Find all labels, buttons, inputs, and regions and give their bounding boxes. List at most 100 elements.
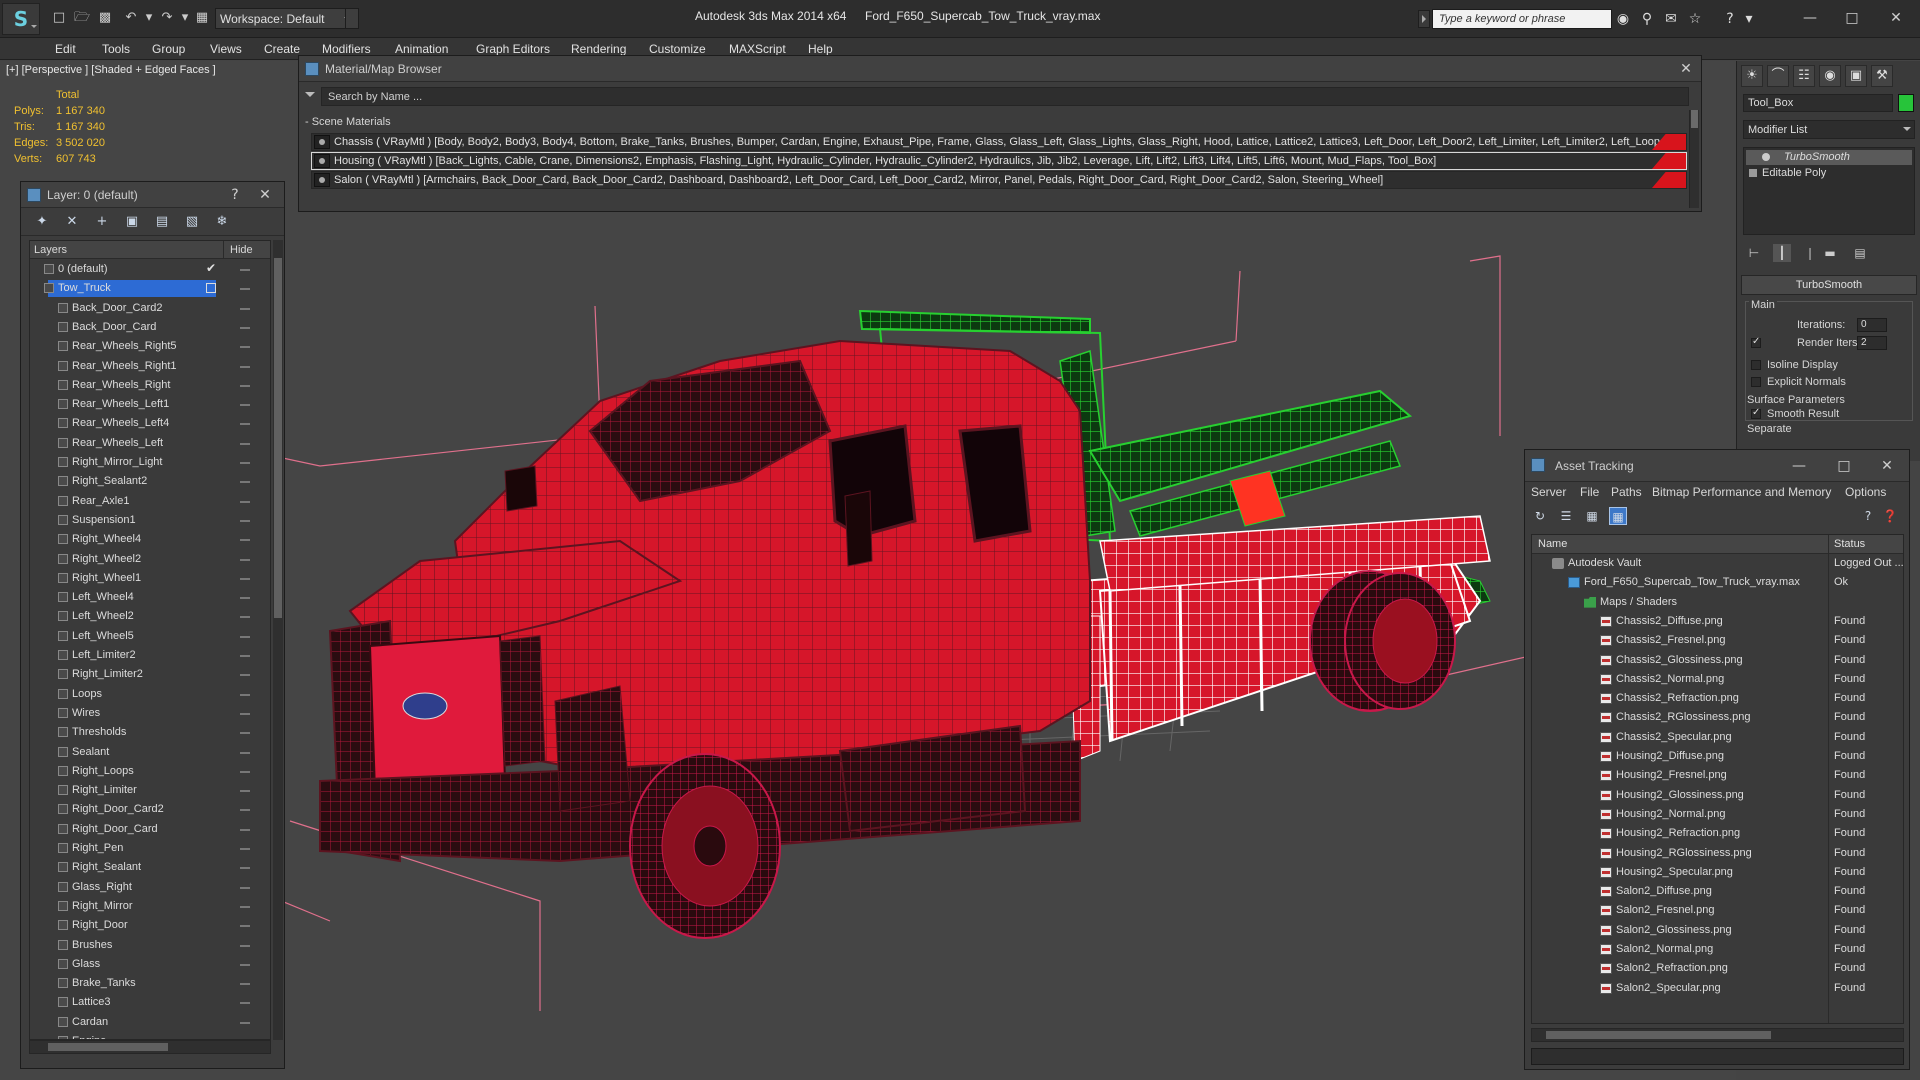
hide-toggle[interactable] bbox=[240, 635, 250, 638]
material-search-input[interactable]: Search by Name ... bbox=[321, 87, 1689, 106]
hide-toggle[interactable] bbox=[240, 712, 250, 715]
help-icon[interactable]: ? bbox=[226, 186, 244, 204]
active-layer-check-icon[interactable]: ✔ bbox=[206, 261, 216, 275]
front-wheel[interactable] bbox=[629, 753, 781, 939]
modifier-stack[interactable]: TurboSmooth Editable Poly bbox=[1743, 147, 1915, 235]
help-icon[interactable]: ? bbox=[1859, 507, 1877, 525]
hide-column-header[interactable]: Hide bbox=[230, 244, 253, 256]
smooth-result-checkbox[interactable] bbox=[1751, 407, 1761, 419]
hide-toggle[interactable] bbox=[240, 790, 250, 793]
freeze-all-layers-icon[interactable]: ❄ bbox=[213, 213, 231, 231]
delete-layer-icon[interactable]: ✕ bbox=[63, 213, 81, 231]
layer-object-row[interactable]: Glass bbox=[30, 955, 270, 974]
asset-row[interactable]: Salon2_Diffuse.png Found bbox=[1532, 882, 1903, 901]
scroll-thumb[interactable] bbox=[274, 258, 282, 618]
hide-toggle[interactable] bbox=[240, 481, 250, 484]
open-file-icon[interactable]: 🗁 bbox=[73, 10, 91, 26]
refresh-icon[interactable]: ↻ bbox=[1531, 507, 1549, 525]
hide-toggle[interactable] bbox=[240, 423, 250, 426]
workspace-dropdown[interactable]: Workspace: Default bbox=[215, 8, 359, 29]
layer-default[interactable]: 0 (default) ✔ bbox=[30, 260, 270, 279]
hide-toggle[interactable] bbox=[240, 751, 250, 754]
asset-row[interactable]: Housing2_Fresnel.png Found bbox=[1532, 766, 1903, 785]
object-name-field[interactable]: Tool_Box bbox=[1743, 94, 1893, 112]
layer-object-row[interactable]: Brake_Tanks bbox=[30, 974, 270, 993]
layer-object-row[interactable]: Right_Loops bbox=[30, 762, 270, 781]
scroll-thumb[interactable] bbox=[48, 1043, 168, 1051]
hide-toggle[interactable] bbox=[240, 346, 250, 349]
name-column-header[interactable]: Name bbox=[1538, 538, 1567, 550]
hide-toggle[interactable] bbox=[240, 577, 250, 580]
search-collapse-button[interactable] bbox=[1418, 10, 1430, 28]
motion-tab-icon[interactable]: ◉ bbox=[1819, 65, 1841, 87]
help-dropdown-icon[interactable]: ▾ bbox=[1740, 10, 1758, 28]
asset-row[interactable]: Salon2_Fresnel.png Found bbox=[1532, 901, 1903, 920]
hide-toggle[interactable] bbox=[240, 597, 250, 600]
create-layer-icon[interactable]: ✦ bbox=[33, 213, 51, 231]
utilities-tab-icon[interactable]: ⚒ bbox=[1871, 65, 1893, 87]
menu-customize[interactable]: Customize bbox=[649, 42, 706, 56]
layer-object-row[interactable]: Loops bbox=[30, 685, 270, 704]
layer-object-row[interactable]: Suspension1 bbox=[30, 511, 270, 530]
hide-toggle[interactable] bbox=[240, 828, 250, 831]
menu-views[interactable]: Views bbox=[210, 42, 242, 56]
app-menu-button[interactable]: S bbox=[2, 3, 40, 35]
layer-object-row[interactable]: Brushes bbox=[30, 936, 270, 955]
layer-object-row[interactable]: Right_Pen bbox=[30, 839, 270, 858]
layer-object-row[interactable]: Sealant bbox=[30, 743, 270, 762]
asset-row[interactable]: Salon2_Specular.png Found bbox=[1532, 979, 1903, 998]
material-browser-titlebar[interactable]: Material/Map Browser ✕ bbox=[299, 56, 1701, 82]
layer-object-row[interactable]: Rear_Wheels_Left bbox=[30, 434, 270, 453]
hide-toggle[interactable] bbox=[240, 983, 250, 986]
close-icon[interactable]: ✕ bbox=[256, 186, 274, 204]
hide-toggle[interactable] bbox=[240, 867, 250, 870]
iterations-spinner[interactable]: 0 bbox=[1857, 318, 1887, 332]
table-view-icon[interactable]: ▦ bbox=[1609, 507, 1627, 525]
layer-vertical-scrollbar[interactable] bbox=[273, 240, 283, 1040]
asset-row[interactable]: Chassis2_Diffuse.png Found bbox=[1532, 612, 1903, 631]
layer-object-row[interactable]: Right_Door_Card bbox=[30, 820, 270, 839]
undo-icon[interactable]: ↶ bbox=[122, 10, 140, 26]
hide-toggle[interactable] bbox=[240, 365, 250, 368]
asset-row[interactable]: Housing2_Normal.png Found bbox=[1532, 805, 1903, 824]
pin-stack-icon[interactable]: ⊢ bbox=[1745, 244, 1763, 262]
material-row-chassis[interactable]: Chassis ( VRayMtl ) [Body, Body2, Body3,… bbox=[311, 133, 1687, 151]
asset-row[interactable]: Chassis2_RGlossiness.png Found bbox=[1532, 708, 1903, 727]
explicit-normals-checkbox[interactable] bbox=[1751, 377, 1761, 387]
asset-row[interactable]: Salon2_Glossiness.png Found bbox=[1532, 921, 1903, 940]
show-end-result-icon[interactable]: ┃ bbox=[1773, 244, 1791, 262]
configure-modifier-sets-icon[interactable]: ▤ bbox=[1851, 244, 1869, 262]
hide-toggle[interactable] bbox=[240, 905, 250, 908]
hide-toggle[interactable] bbox=[240, 269, 250, 271]
layer-object-row[interactable]: Right_Door bbox=[30, 916, 270, 935]
asset-row[interactable]: Chassis2_Refraction.png Found bbox=[1532, 689, 1903, 708]
context-help-icon[interactable]: ❓ bbox=[1881, 507, 1899, 525]
hide-toggle[interactable] bbox=[240, 539, 250, 542]
layer-manager-titlebar[interactable]: Layer: 0 (default) ? ✕ bbox=[21, 182, 284, 208]
layer-object-row[interactable]: Right_Wheel4 bbox=[30, 530, 270, 549]
menu-rendering[interactable]: Rendering bbox=[571, 42, 626, 56]
minimize-icon[interactable]: — bbox=[1787, 456, 1811, 476]
object-color-swatch[interactable] bbox=[1898, 94, 1914, 112]
make-unique-icon[interactable]: ❘ bbox=[1801, 244, 1819, 262]
asset-row[interactable]: Housing2_RGlossiness.png Found bbox=[1532, 844, 1903, 863]
layer-object-row[interactable]: Back_Door_Card2 bbox=[30, 299, 270, 318]
infocenter-search-input[interactable]: Type a keyword or phrase bbox=[1432, 9, 1612, 29]
menu-modifiers[interactable]: Modifiers bbox=[322, 42, 371, 56]
menu-graph-editors[interactable]: Graph Editors bbox=[476, 42, 550, 56]
scene-materials-group-header[interactable]: - Scene Materials bbox=[305, 116, 391, 128]
hide-toggle[interactable] bbox=[240, 886, 250, 889]
hide-toggle[interactable] bbox=[240, 326, 250, 329]
asset-row[interactable]: Autodesk Vault Logged Out ... bbox=[1532, 554, 1903, 573]
asset-row[interactable]: Housing2_Glossiness.png Found bbox=[1532, 786, 1903, 805]
hide-toggle[interactable] bbox=[240, 616, 250, 619]
new-file-icon[interactable]: □ bbox=[50, 10, 68, 26]
subscription-key-icon[interactable]: ⚲ bbox=[1638, 10, 1656, 28]
browser-options-dropdown[interactable] bbox=[303, 89, 317, 103]
hide-toggle[interactable] bbox=[240, 655, 250, 657]
layer-object-row[interactable]: Right_Mirror bbox=[30, 897, 270, 916]
light-bulb-icon[interactable] bbox=[1762, 153, 1770, 161]
render-iters-checkbox[interactable] bbox=[1751, 336, 1761, 348]
turbosmooth-rollout-header[interactable]: TurboSmooth bbox=[1741, 275, 1917, 295]
undo-dropdown-icon[interactable]: ▾ bbox=[140, 10, 158, 26]
